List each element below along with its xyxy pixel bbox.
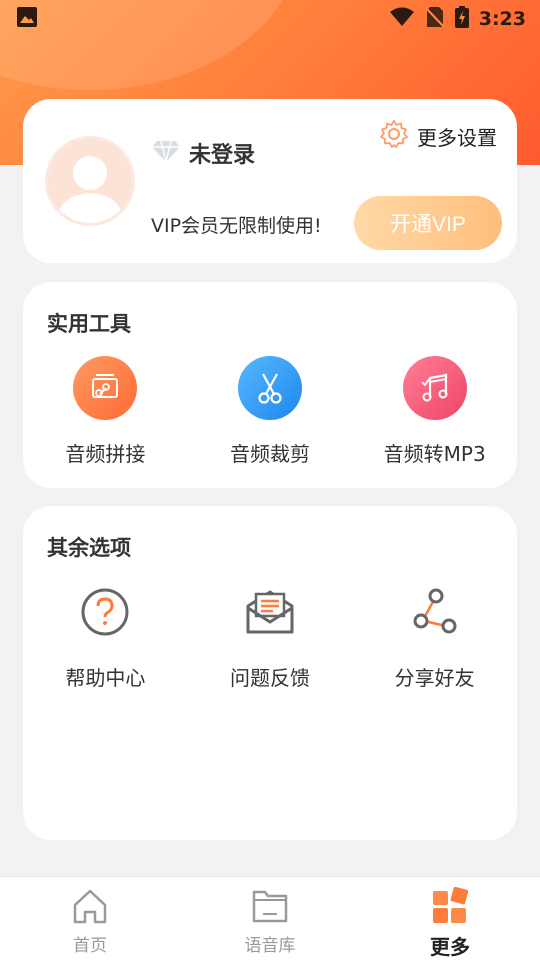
tools-title: 实用工具 [47,312,131,336]
share-friends-label: 分享好友 [394,666,475,690]
more-settings-button[interactable]: 更多设置 [379,119,497,154]
profile-card: 未登录 更多设置 VIP会员无限制使用! 开通VIP [23,99,517,263]
feedback-button[interactable]: 问题反馈 [188,580,353,691]
status-bar: 3:23 [0,0,540,38]
bottom-navigation: 首页 语音库 更多 [0,876,540,960]
battery-icon [454,6,469,32]
tab-home-label: 首页 [73,936,107,956]
tab-home[interactable]: 首页 [0,877,180,960]
wifi-icon [389,7,415,31]
tab-voice-library-label: 语音库 [244,936,296,956]
avatar[interactable] [45,136,135,226]
audio-merge-label: 音频拼接 [65,442,146,466]
vip-description: VIP会员无限制使用! [151,215,322,237]
other-options-card: 其余选项 帮助中心 问题反馈 分享好友 [23,506,517,840]
audio-to-mp3-button[interactable]: 音频转MP3 [352,356,517,467]
scissors-icon [238,356,302,420]
home-icon [71,887,109,929]
tab-more-label: 更多 [430,935,470,959]
gallery-notification-icon [16,6,38,32]
help-center-button[interactable]: 帮助中心 [23,580,188,691]
help-center-label: 帮助中心 [65,666,146,690]
tab-voice-library[interactable]: 语音库 [180,877,360,960]
music-note-icon [402,356,467,420]
diamond-icon [151,139,181,167]
clock: 3:23 [478,8,526,30]
default-user-icon [56,156,124,223]
audio-trim-button[interactable]: 音频裁剪 [188,356,353,467]
feedback-mail-icon [238,580,302,644]
other-options-title: 其余选项 [47,536,131,560]
audio-to-mp3-label: 音频转MP3 [383,442,486,466]
audio-trim-label: 音频裁剪 [230,442,310,466]
open-vip-button[interactable]: 开通VIP [354,196,502,250]
feedback-label: 问题反馈 [230,666,310,690]
audio-merge-button[interactable]: 音频拼接 [23,356,188,467]
share-icon [403,580,467,644]
no-sim-icon [425,6,445,32]
gear-icon [379,119,409,154]
more-settings-label: 更多设置 [417,126,497,150]
help-icon [73,580,137,644]
tools-card: 实用工具 音频拼接 音频裁剪 音频转MP3 [23,282,517,488]
share-friends-button[interactable]: 分享好友 [352,580,517,691]
tab-more[interactable]: 更多 [360,877,540,960]
link-icon [73,356,138,420]
login-status[interactable]: 未登录 [189,137,255,169]
folder-icon [251,887,289,929]
more-grid-icon [431,886,469,929]
